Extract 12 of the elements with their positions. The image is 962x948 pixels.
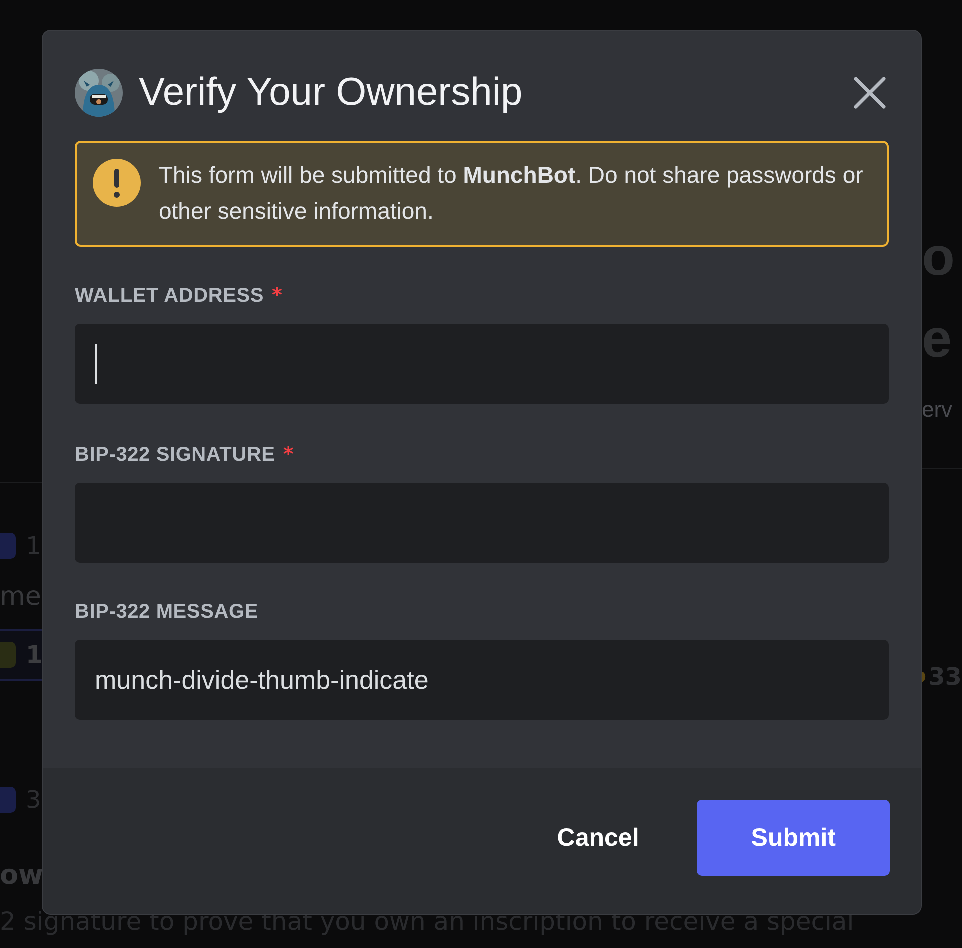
dialog-title: Verify Your Ownership <box>139 71 524 115</box>
submit-button[interactable]: Submit <box>697 800 890 876</box>
required-mark: * <box>283 442 294 466</box>
warning-text: This form will be submitted to MunchBot. Do not share passwords or other sensitive information. <box>159 161 864 226</box>
field-label: WALLET ADDRESS <box>75 285 264 308</box>
field-value: munch-divide-thumb-indicate <box>95 664 429 696</box>
input-field[interactable]: munch-divide-thumb-indicate <box>75 640 889 720</box>
field-label: BIP-322 MESSAGE <box>75 601 258 624</box>
field-label: BIP-322 SIGNATURE <box>75 444 276 467</box>
cancel-button[interactable]: Cancel <box>523 800 674 876</box>
subtitle-text: erv <box>922 398 953 422</box>
required-mark: * <box>272 283 282 307</box>
